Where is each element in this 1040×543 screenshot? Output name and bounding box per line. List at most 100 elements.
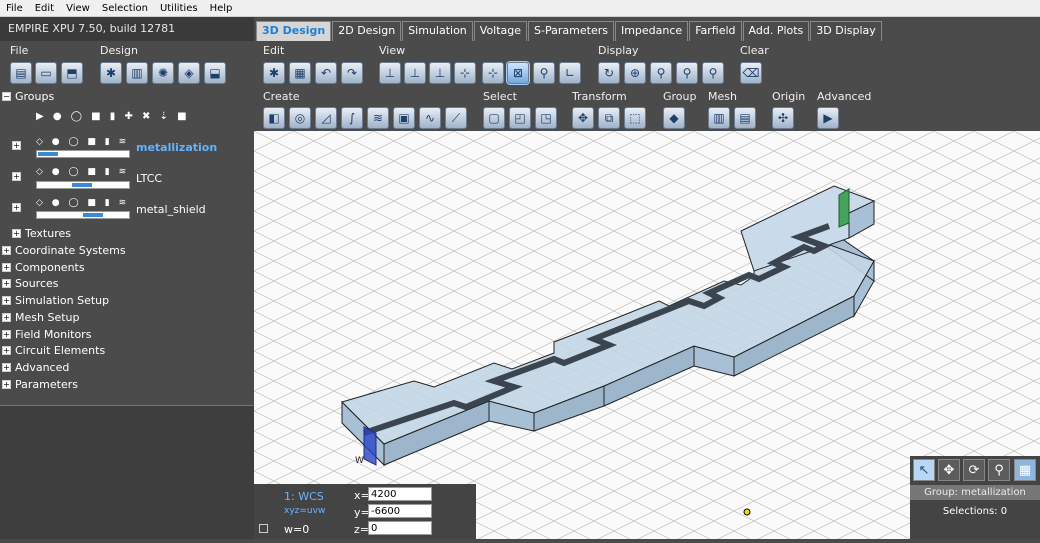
tab-farfield[interactable]: Farfield (689, 21, 742, 41)
redo-icon[interactable]: ↷ (341, 62, 363, 84)
xyz-uvw-label[interactable]: xyz=uvw (284, 506, 325, 516)
mesh-settings-icon[interactable]: ▤ (734, 107, 756, 129)
expand-ltcc-icon[interactable]: + (12, 172, 25, 181)
navigation-panel: ↖ ✥ ⟳ ⚲ ▦ Group: metallization Selection… (910, 456, 1040, 539)
view-perspective-icon[interactable]: ⊠ (506, 61, 530, 85)
tab-2d-design[interactable]: 2D Design (332, 21, 402, 41)
view-yz-icon[interactable]: ⊥ (429, 62, 451, 84)
transform-move-icon[interactable]: ✥ (572, 107, 594, 129)
clear-icon[interactable]: ⌫ (740, 62, 762, 84)
pan-icon[interactable]: ✥ (938, 459, 960, 481)
group-metal-shield[interactable]: metal_shield (136, 203, 206, 216)
group-metallization[interactable]: metallization (136, 141, 217, 154)
view-axis-icon[interactable]: ∟ (559, 62, 581, 84)
create-polygon-icon[interactable]: ◿ (315, 107, 337, 129)
select-edge-icon[interactable]: ◳ (535, 107, 557, 129)
properties-panel (0, 405, 254, 539)
advanced-run-icon[interactable]: ▶ (817, 107, 839, 129)
tree-sources[interactable]: + Sources (2, 277, 59, 290)
ltcc-opacity-slider[interactable] (36, 181, 130, 189)
group-icon[interactable]: ◆ (663, 107, 685, 129)
zoom-icon[interactable]: ⚲ (988, 459, 1010, 481)
edit-grid-icon[interactable]: ▦ (289, 62, 311, 84)
rotate-icon[interactable]: ⟳ (963, 459, 985, 481)
wcs-label[interactable]: 1: WCS (284, 490, 324, 503)
textures-label: Textures (25, 227, 71, 240)
tree-mesh-setup[interactable]: + Mesh Setup (2, 311, 79, 324)
grid-icon[interactable]: ▦ (1014, 459, 1036, 481)
ltcc-tools-icons[interactable]: ◇ ● ◯ ■ ▮ ≋ (36, 167, 129, 177)
metallization-tools-icons[interactable]: ◇ ● ◯ ■ ▮ ≋ (36, 137, 129, 147)
tree-components[interactable]: + Components (2, 261, 85, 274)
view-iso2-icon[interactable]: ⊹ (482, 62, 504, 84)
group-tools-icons[interactable]: ▶ ● ◯ ■ ▮ ✚ ✖ ⇣ ■ (36, 111, 190, 122)
slider-fill (72, 183, 92, 187)
tree-coordinate-systems[interactable]: + Coordinate Systems (2, 244, 126, 257)
tree-circuit-elements[interactable]: + Circuit Elements (2, 344, 105, 357)
edit-properties-icon[interactable]: ✱ (263, 62, 285, 84)
expand-metallization-icon[interactable]: + (12, 141, 25, 150)
select-object-icon[interactable]: ▢ (483, 107, 505, 129)
zoom-in-icon[interactable]: ⊕ (624, 62, 646, 84)
tree-simulation-setup[interactable]: + Simulation Setup (2, 294, 109, 307)
create-wire-icon[interactable]: ⟋ (445, 107, 467, 129)
design-rotate-icon[interactable]: ✺ (152, 62, 174, 84)
view-zoom-fit-icon[interactable]: ⚲ (533, 62, 555, 84)
zoom-selection-icon[interactable]: ⚲ (702, 62, 724, 84)
tab-voltage[interactable]: Voltage (473, 21, 528, 41)
metal-shield-opacity-slider[interactable] (36, 211, 130, 219)
x-coord-input[interactable] (368, 487, 432, 501)
design-export-icon[interactable]: ⬓ (204, 62, 226, 84)
metal-shield-tools-icons[interactable]: ◇ ● ◯ ■ ▮ ≋ (36, 198, 129, 208)
tab-s-parameters[interactable]: S-Parameters (528, 21, 614, 41)
origin-icon[interactable]: ✣ (772, 107, 794, 129)
zoom-window-icon[interactable]: ⚲ (650, 62, 672, 84)
design-layers-icon[interactable]: ▥ (126, 62, 148, 84)
wcs-checkbox[interactable] (259, 524, 268, 533)
create-box-icon[interactable]: ◧ (263, 107, 285, 129)
menu-utilities[interactable]: Utilities (154, 3, 204, 14)
transform-scale-icon[interactable]: ⬚ (624, 107, 646, 129)
tree-field-monitors[interactable]: + Field Monitors (2, 328, 91, 341)
metallization-opacity-slider[interactable] (36, 150, 130, 158)
design-properties-icon[interactable]: ◈ (178, 62, 200, 84)
create-lumped-icon[interactable]: ∿ (419, 107, 441, 129)
tab-simulation[interactable]: Simulation (402, 21, 473, 41)
open-file-icon[interactable]: ▭ (35, 62, 57, 84)
create-cylinder-icon[interactable]: ◎ (289, 107, 311, 129)
create-port-icon[interactable]: ▣ (393, 107, 415, 129)
y-coord-input[interactable] (368, 504, 432, 518)
tree-parameters[interactable]: + Parameters (2, 378, 78, 391)
transform-copy-icon[interactable]: ⧉ (598, 107, 620, 129)
menu-help[interactable]: Help (204, 3, 239, 14)
tab-3d-display[interactable]: 3D Display (810, 21, 882, 41)
view-iso-icon[interactable]: ⊹ (454, 62, 476, 84)
menu-edit[interactable]: Edit (29, 3, 60, 14)
z-coord-input[interactable] (368, 521, 432, 535)
view-xy-icon[interactable]: ⊥ (379, 62, 401, 84)
select-arrow-icon[interactable]: ↖ (913, 459, 935, 481)
tab-impedance[interactable]: Impedance (614, 21, 689, 41)
tab-add-plots[interactable]: Add. Plots (742, 21, 810, 41)
create-layers-icon[interactable]: ≋ (367, 107, 389, 129)
collapse-icon[interactable]: − (2, 92, 11, 101)
undo-icon[interactable]: ↶ (315, 62, 337, 84)
menu-view[interactable]: View (60, 3, 96, 14)
new-file-icon[interactable]: ▤ (10, 62, 32, 84)
tree-textures[interactable]: + Textures (12, 227, 71, 240)
tree-groups[interactable]: − Groups (2, 90, 54, 103)
menu-file[interactable]: File (0, 3, 29, 14)
tab-3d-design[interactable]: 3D Design (256, 21, 332, 41)
zoom-all-icon[interactable]: ⚲ (676, 62, 698, 84)
display-refresh-icon[interactable]: ↻ (598, 62, 620, 84)
menu-selection[interactable]: Selection (96, 3, 154, 14)
expand-metal-shield-icon[interactable]: + (12, 203, 25, 212)
group-ltcc[interactable]: LTCC (136, 172, 162, 185)
save-file-icon[interactable]: ⬒ (61, 62, 83, 84)
select-face-icon[interactable]: ◰ (509, 107, 531, 129)
view-xz-icon[interactable]: ⊥ (404, 62, 426, 84)
create-curve-icon[interactable]: ∫ (341, 107, 363, 129)
design-settings-icon[interactable]: ✱ (100, 62, 122, 84)
mesh-icon[interactable]: ▥ (708, 107, 730, 129)
tree-advanced[interactable]: + Advanced (2, 361, 69, 374)
